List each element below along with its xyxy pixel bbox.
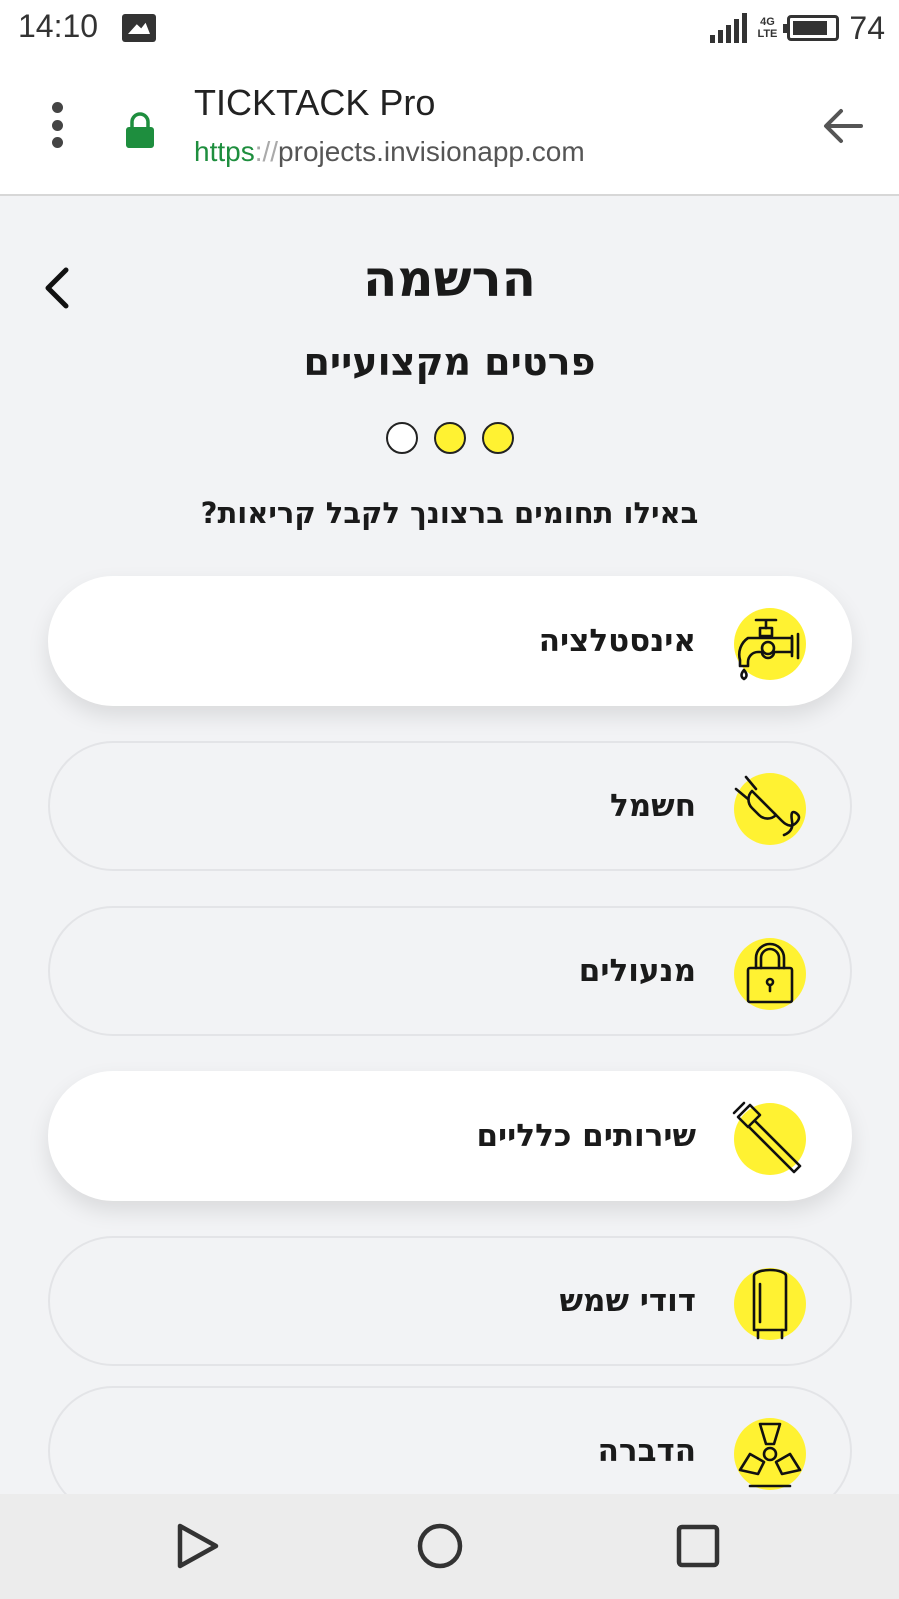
faucet-icon	[738, 618, 800, 681]
network-type: 4G LTE	[757, 16, 777, 40]
step-dot-1	[481, 422, 514, 454]
menu-dots-icon[interactable]	[50, 102, 64, 148]
url-scheme: https	[194, 136, 255, 167]
category-item-plumbing[interactable]: אינסטלציה	[48, 576, 852, 706]
category-item-electricity[interactable]: חשמל	[48, 741, 852, 871]
status-bar: 14:10 4G LTE 74	[0, 0, 899, 56]
status-time: 14:10	[18, 8, 99, 44]
plug-icon	[734, 775, 801, 837]
battery-percent: 74	[849, 9, 885, 46]
image-notification-icon	[122, 14, 156, 42]
recents-square-icon[interactable]	[672, 1520, 724, 1572]
category-label: שירותים כלליים	[476, 1118, 696, 1154]
category-item-solar-heaters[interactable]: דודי שמש	[48, 1236, 852, 1366]
water-heater-icon	[752, 1268, 788, 1340]
url-host: projects.invisionapp.com	[278, 136, 585, 167]
step-indicator	[0, 422, 899, 454]
browser-title: TICKTACK Pro	[194, 82, 436, 123]
page-subtitle: פרטים מקצועיים	[303, 340, 596, 384]
question-text: באילו תחומים ברצונך לקבל קריאות?	[200, 496, 699, 530]
signal-icon	[710, 13, 748, 43]
lock-icon	[126, 112, 154, 148]
step-dot-3	[385, 422, 418, 454]
category-label: אינסטלציה	[538, 623, 696, 659]
network-sub-label: LTE	[757, 28, 778, 40]
hazard-icon	[738, 1422, 802, 1488]
browser-url[interactable]: https://projects.invisionapp.com	[194, 136, 585, 168]
category-item-locks[interactable]: מנעולים	[48, 906, 852, 1036]
url-separator: ://	[254, 136, 279, 167]
category-label: דודי שמש	[559, 1283, 696, 1319]
page-title: הרשמה	[363, 250, 536, 308]
step-dot-2	[433, 422, 466, 454]
battery-icon	[783, 15, 840, 41]
category-label: חשמל	[610, 788, 696, 824]
status-indicators: 4G LTE 74	[710, 8, 885, 48]
back-triangle-icon[interactable]	[172, 1520, 224, 1572]
browser-bar: TICKTACK Pro https://projects.invisionap…	[0, 56, 899, 196]
padlock-icon	[746, 942, 794, 1004]
network-label: 4G	[760, 16, 775, 28]
home-circle-icon[interactable]	[414, 1520, 466, 1572]
category-label: מנעולים	[578, 953, 696, 989]
arrow-back-icon[interactable]	[821, 104, 865, 148]
hammer-icon	[732, 1101, 802, 1174]
navigation-bar	[0, 1494, 899, 1599]
category-item-general-services[interactable]: שירותים כלליים	[48, 1071, 852, 1201]
